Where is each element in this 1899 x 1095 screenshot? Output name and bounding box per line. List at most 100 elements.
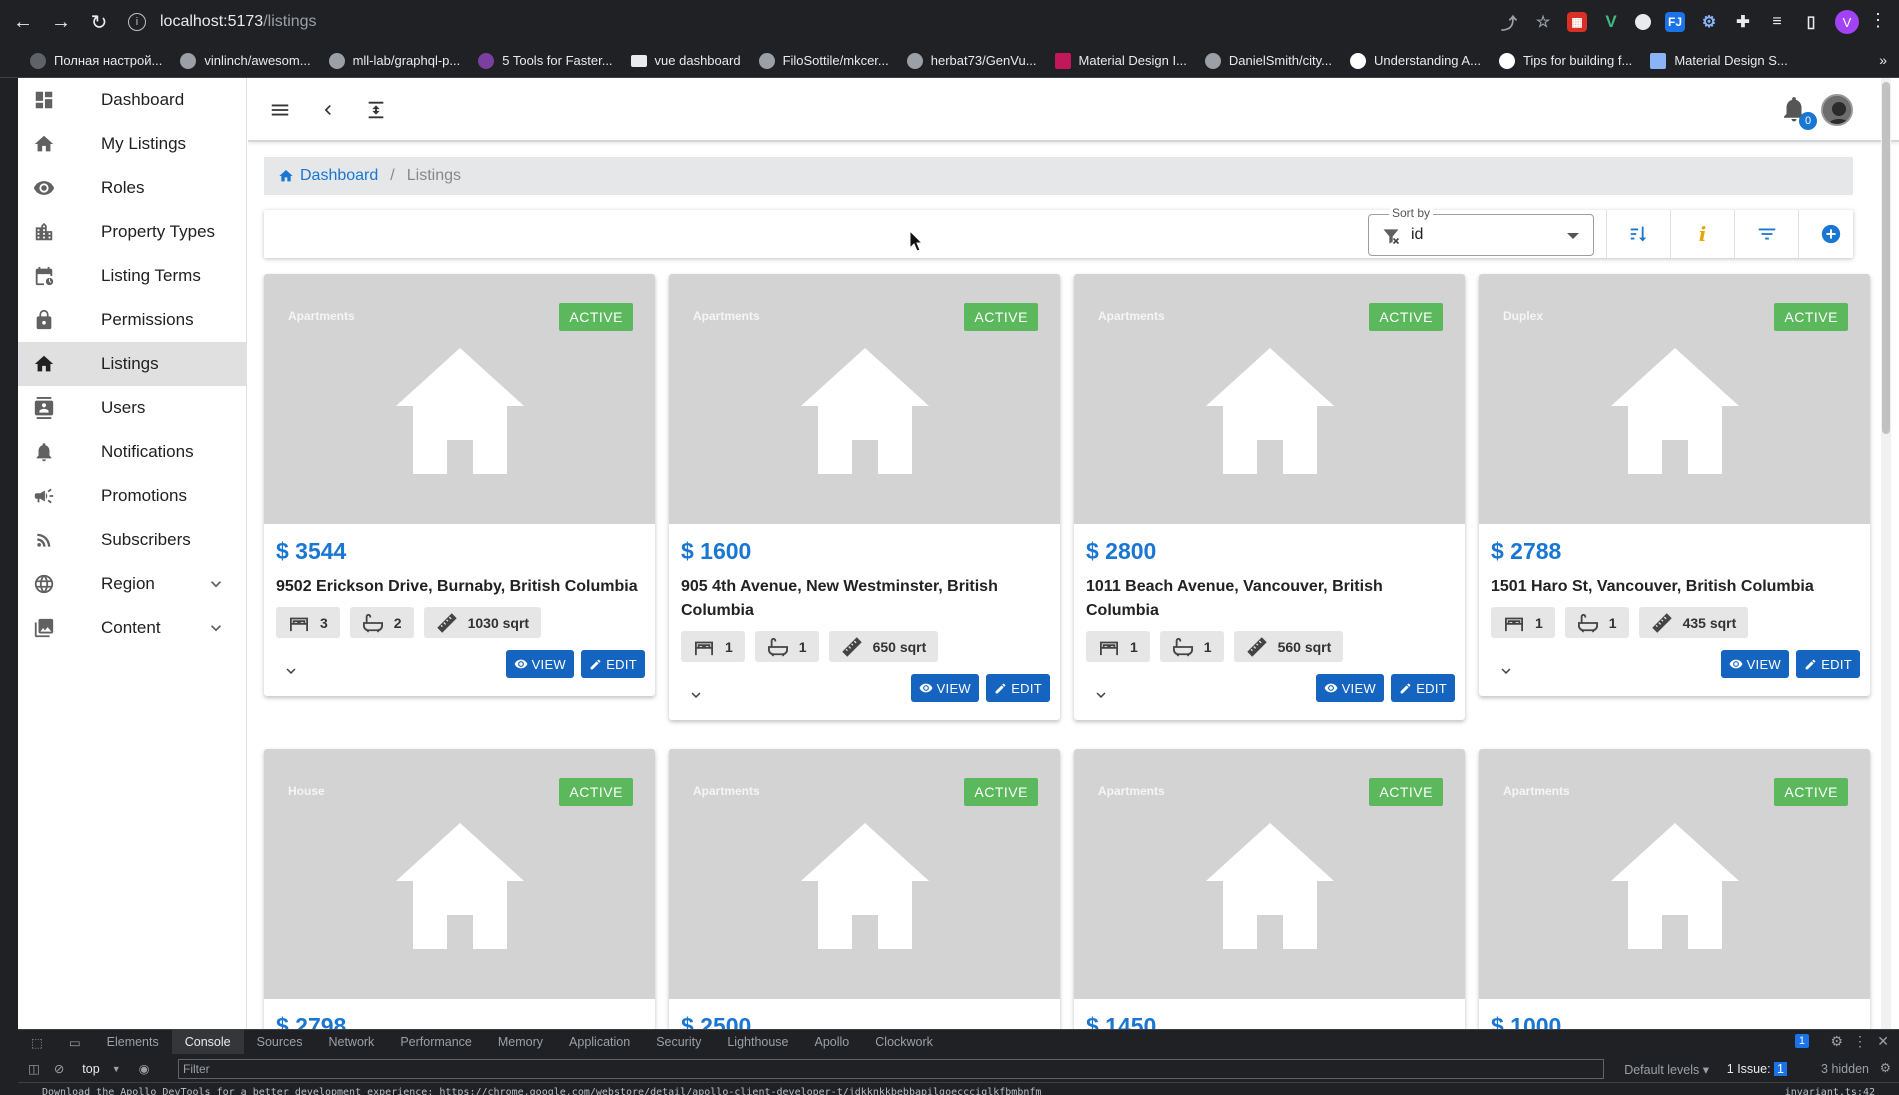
chevron-left-icon[interactable]: [314, 96, 342, 124]
devtools-tab[interactable]: Apollo: [802, 1030, 863, 1054]
edit-button[interactable]: EDIT: [1391, 674, 1455, 702]
inspect-element-icon[interactable]: ⬚: [18, 1030, 56, 1054]
edit-button[interactable]: EDIT: [986, 674, 1050, 702]
devtools-tab[interactable]: Elements: [94, 1030, 172, 1054]
bookmark[interactable]: mll-lab/graphql-p...: [328, 52, 460, 69]
edit-button[interactable]: EDIT: [1796, 650, 1860, 678]
sidebar-item-subscribers[interactable]: Subscribers: [18, 518, 246, 562]
devtools-tab[interactable]: Application: [556, 1030, 643, 1054]
sidebar-item-notifications[interactable]: Notifications: [18, 430, 246, 474]
sort-by-select[interactable]: Sort by id: [1368, 206, 1594, 256]
messages-badge[interactable]: 1: [1794, 1034, 1809, 1048]
expand-chevron-icon[interactable]: [1092, 686, 1110, 704]
beds-chip: 1: [681, 631, 745, 662]
chevron-down-icon[interactable]: [206, 618, 226, 638]
bookmark[interactable]: DanielSmith/city...: [1204, 52, 1332, 69]
extension-circle-icon[interactable]: [1635, 14, 1651, 30]
sidebar-item-listings[interactable]: Listings: [18, 342, 246, 386]
reload-icon[interactable]: ↻: [84, 7, 114, 37]
more-bookmarks-icon[interactable]: »: [1879, 52, 1887, 68]
sidebar-item-users[interactable]: Users: [18, 386, 246, 430]
info-icon[interactable]: i: [128, 13, 146, 31]
bookmark[interactable]: vinlinch/awesom...: [180, 52, 311, 69]
settings-gear-icon[interactable]: ⚙: [1830, 1033, 1843, 1050]
bookmark[interactable]: vue dashboard: [630, 53, 741, 68]
sidebar-item-roles[interactable]: Roles: [18, 166, 246, 210]
sidebar-item-content[interactable]: Content: [18, 606, 246, 650]
extension-gear-icon[interactable]: ⚙: [1699, 12, 1719, 32]
address-bar[interactable]: i localhost:5173/listings: [128, 6, 1208, 38]
scrollbar-thumb[interactable]: [1882, 82, 1890, 434]
clear-console-icon[interactable]: ⊘: [54, 1061, 64, 1076]
share-icon[interactable]: ⤴: [1499, 12, 1519, 33]
view-button[interactable]: VIEW: [910, 674, 979, 702]
bookmark[interactable]: Tips for building f...: [1498, 52, 1632, 69]
bookmark[interactable]: FiloSottile/mkcer...: [758, 52, 889, 69]
context-selector[interactable]: top: [82, 1062, 99, 1076]
sidebar-item-permissions[interactable]: Permissions: [18, 298, 246, 342]
console-message-source[interactable]: invariant.ts:42: [1785, 1087, 1875, 1095]
back-icon[interactable]: ←: [8, 7, 38, 37]
devtools-tab[interactable]: Clockwork: [862, 1030, 946, 1054]
bookmark[interactable]: Material Design S...: [1650, 52, 1788, 69]
devtools-tab[interactable]: Network: [315, 1030, 387, 1054]
expand-chevron-icon[interactable]: [687, 686, 705, 704]
bookmark[interactable]: Полная настрой...: [30, 52, 162, 69]
extension-calendar-icon[interactable]: ▦: [1567, 12, 1587, 32]
sidebar-item-region[interactable]: Region: [18, 562, 246, 606]
sidebar-item-my-listings[interactable]: My Listings: [18, 122, 246, 166]
chevron-down-icon[interactable]: [206, 574, 226, 594]
reading-list-icon[interactable]: ≡: [1767, 12, 1787, 32]
view-button[interactable]: VIEW: [505, 650, 574, 678]
forward-icon[interactable]: →: [46, 7, 76, 37]
console-settings-icon[interactable]: ⚙: [1880, 1060, 1891, 1075]
extension-vue-icon[interactable]: V: [1601, 12, 1621, 32]
status-badge: ACTIVE: [1774, 778, 1848, 806]
side-panel-icon[interactable]: ▯: [1801, 12, 1821, 32]
devtools-tab[interactable]: Performance: [387, 1030, 485, 1054]
live-expression-eye-icon[interactable]: ◉: [139, 1061, 150, 1076]
sidebar-item-listing-terms[interactable]: Listing Terms: [18, 254, 246, 298]
profile-avatar[interactable]: V: [1835, 10, 1859, 34]
user-avatar[interactable]: [1821, 94, 1853, 126]
add-listing-button[interactable]: [1798, 210, 1862, 258]
view-button[interactable]: VIEW: [1315, 674, 1384, 702]
more-options-icon[interactable]: ⋮: [1853, 1033, 1867, 1050]
star-icon[interactable]: ☆: [1533, 12, 1553, 32]
bookmark[interactable]: herbat73/GenVu...: [906, 52, 1037, 69]
devtools-tab[interactable]: Memory: [485, 1030, 556, 1054]
devtools-tab[interactable]: Sources: [244, 1030, 316, 1054]
notifications-bell-icon[interactable]: 0: [1779, 94, 1817, 130]
browser-menu-icon[interactable]: ⋮: [1869, 10, 1887, 31]
bookmark[interactable]: 5 Tools for Faster...: [478, 52, 613, 69]
filter-button[interactable]: [1734, 210, 1798, 258]
device-toolbar-icon[interactable]: ▭: [56, 1030, 94, 1054]
devtools-tab[interactable]: Lighthouse: [714, 1030, 801, 1054]
bookmark[interactable]: Understanding A...: [1349, 52, 1481, 69]
devtools-tab-console[interactable]: Console: [171, 1030, 244, 1054]
listing-card: Apartments ACTIVE $ 1450: [1074, 749, 1465, 1029]
sidebar-item-dashboard[interactable]: Dashboard: [18, 78, 246, 122]
menu-icon[interactable]: [266, 96, 294, 124]
page-scrollbar[interactable]: [1881, 78, 1891, 1029]
expand-chevron-icon[interactable]: [282, 662, 300, 680]
expand-chevron-icon[interactable]: [1497, 662, 1515, 680]
sidebar-item-promotions[interactable]: Promotions: [18, 474, 246, 518]
issues-counter[interactable]: 1 Issue: 1: [1727, 1062, 1787, 1076]
info-button[interactable]: i: [1670, 210, 1734, 258]
sidebar-item-property-types[interactable]: Property Types: [18, 210, 246, 254]
sidebar-toggle-icon[interactable]: ◫: [28, 1061, 40, 1076]
bookmark[interactable]: Material Design I...: [1054, 52, 1187, 69]
extensions-puzzle-icon[interactable]: ✚: [1733, 12, 1753, 32]
edit-button[interactable]: EDIT: [581, 650, 645, 678]
close-icon[interactable]: ✕: [1877, 1033, 1889, 1050]
breadcrumb-home-link[interactable]: Dashboard: [278, 167, 378, 185]
console-filter-input[interactable]: Filter: [178, 1059, 1604, 1079]
sidebar-item-label: My Listings: [101, 134, 187, 153]
devtools-tab[interactable]: Security: [643, 1030, 714, 1054]
sort-order-button[interactable]: [1606, 210, 1670, 258]
collapse-vertical-icon[interactable]: [362, 96, 390, 124]
extension-fj-icon[interactable]: FJ: [1665, 12, 1685, 32]
view-button[interactable]: VIEW: [1720, 650, 1789, 678]
log-levels-dropdown[interactable]: Default levels ▾: [1624, 1062, 1709, 1077]
